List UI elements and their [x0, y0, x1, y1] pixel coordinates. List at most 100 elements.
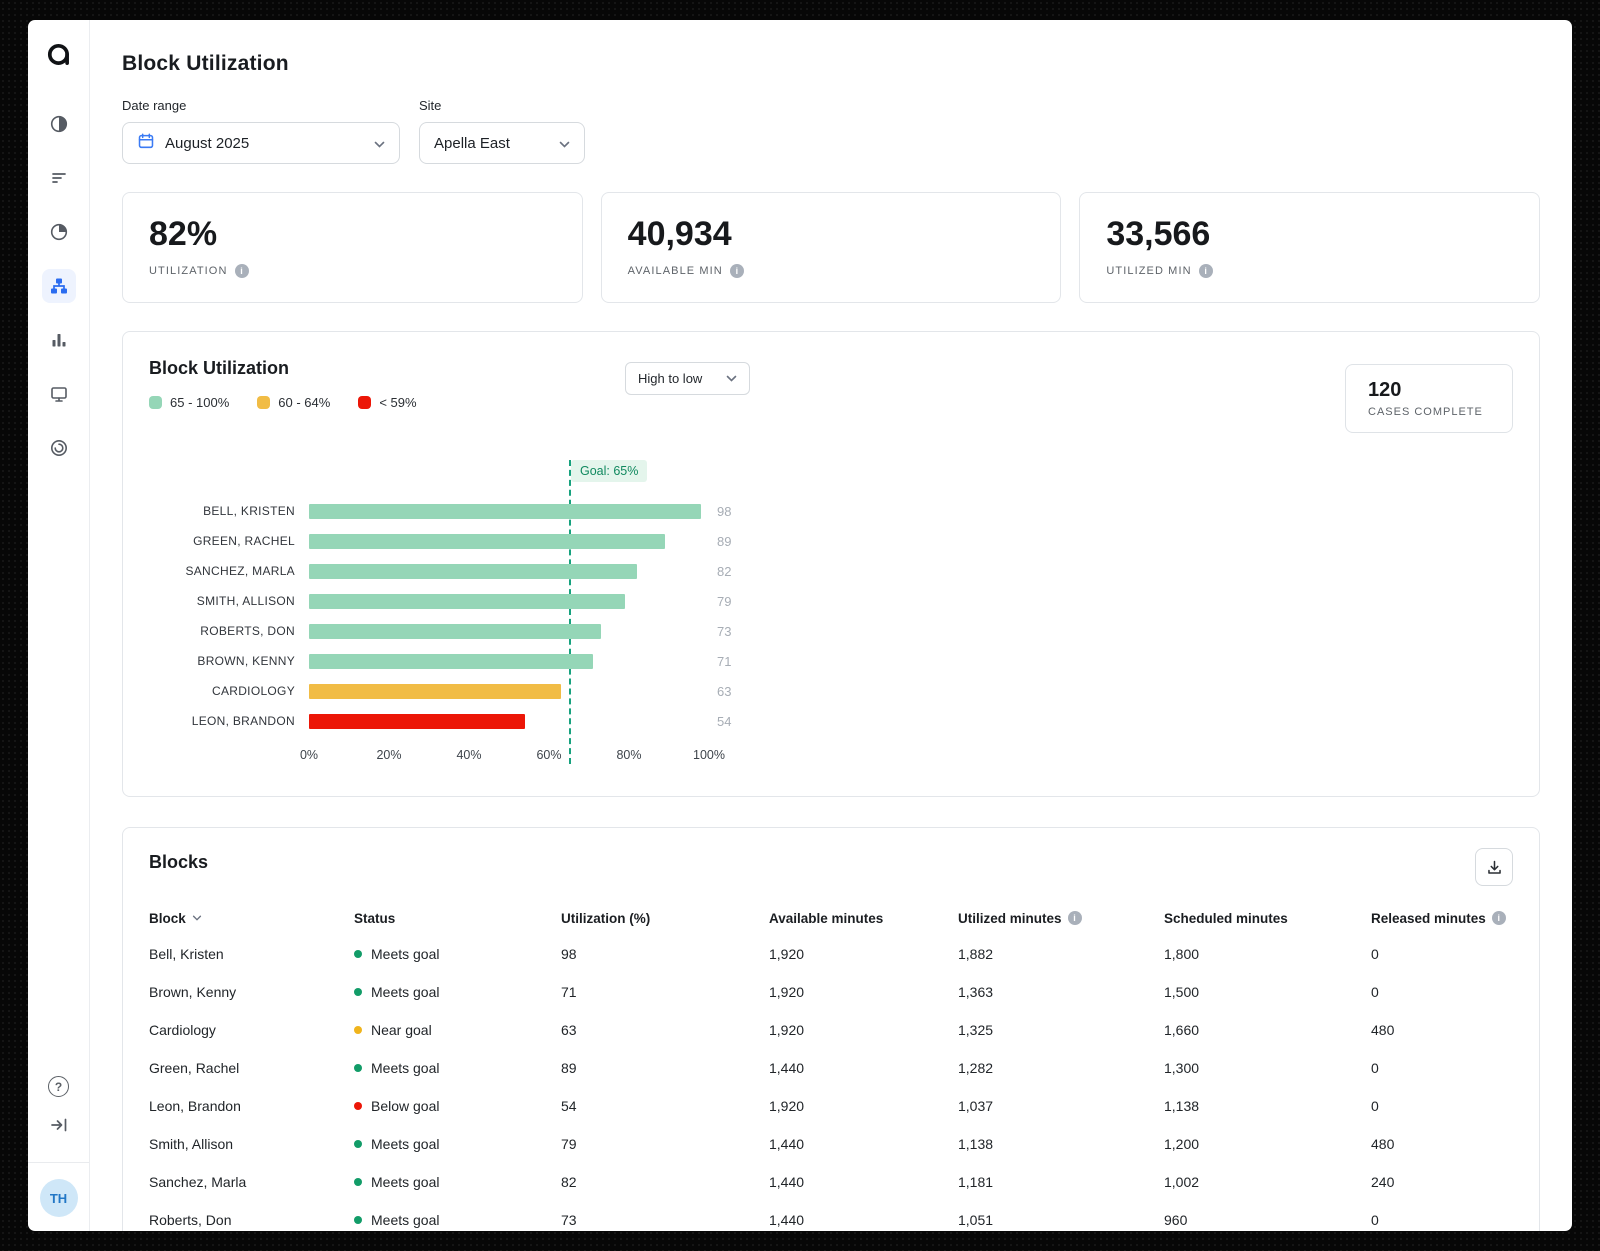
table-row: Sanchez, Marla Meets goal 82 1,440 1,181 1,00…	[149, 1163, 1513, 1201]
info-icon[interactable]: i	[1198, 264, 1213, 278]
chart-bar	[309, 713, 525, 729]
value-cell: 54	[561, 1098, 577, 1114]
chart-bar-track	[309, 623, 709, 639]
kpi-label: AVAILABLE MIN	[627, 265, 723, 277]
chart-bar	[309, 503, 701, 519]
value-cell: 0	[1371, 1212, 1379, 1228]
value-cell: 1,200	[1164, 1136, 1200, 1152]
value-cell: 0	[1371, 1098, 1379, 1114]
date-range-value: August 2025	[165, 134, 250, 152]
chevron-down-icon	[727, 375, 737, 382]
table-row: Cardiology Near goal 63 1,920 1,325 1,660 480	[149, 1011, 1513, 1049]
date-range-filter: Date range August 2025	[122, 98, 400, 164]
value-cell: 1,037	[958, 1098, 994, 1114]
table-row: Bell, Kristen Meets goal 98 1,920 1,882 1,800…	[149, 935, 1513, 973]
value-cell: 480	[1371, 1136, 1395, 1152]
status-cell: Meets goal	[354, 1136, 561, 1152]
calendar-icon	[137, 132, 155, 154]
info-icon[interactable]: i	[729, 264, 744, 278]
apella-logo[interactable]	[46, 42, 72, 73]
column-header-label: Utilized minutes	[958, 910, 1062, 926]
chart-row: BROWN, KENNY 71	[149, 646, 789, 676]
status-label: Near goal	[371, 1022, 432, 1038]
column-header-label: Released minutes	[1371, 910, 1486, 926]
status-cell: Near goal	[354, 1022, 561, 1038]
info-icon[interactable]: i	[1067, 911, 1082, 925]
chart-bar	[309, 593, 625, 609]
contrast-icon[interactable]	[42, 107, 76, 141]
blocks-card-title: Blocks	[149, 852, 209, 872]
status-cell: Meets goal	[354, 1212, 561, 1228]
status-dot	[354, 1064, 362, 1072]
site-select[interactable]: Apella East	[419, 122, 585, 164]
chevron-down-icon	[559, 135, 570, 152]
table-body: Bell, Kristen Meets goal 98 1,920 1,882 1,800…	[149, 935, 1513, 1231]
monitor-icon[interactable]	[42, 377, 76, 411]
cases-complete-value: 120	[1368, 379, 1402, 401]
block-cell: Cardiology	[149, 1022, 216, 1038]
legend-item: < 59%	[358, 395, 417, 410]
chart-bar	[309, 533, 665, 549]
table-row: Roberts, Don Meets goal 73 1,440 1,051 960 0	[149, 1201, 1513, 1231]
kpi-value: 40,934	[627, 215, 732, 253]
help-icon[interactable]: ?	[48, 1076, 69, 1097]
chart-bar-track	[309, 683, 709, 699]
value-cell: 1,051	[958, 1212, 994, 1228]
date-range-label: Date range	[122, 98, 187, 113]
info-icon[interactable]: i	[1491, 911, 1506, 925]
chart-value-label: 82	[717, 563, 732, 579]
list-filter-icon[interactable]	[42, 161, 76, 195]
value-cell: 1,440	[769, 1136, 805, 1152]
info-icon[interactable]: i	[234, 264, 249, 278]
value-cell: 1,440	[769, 1174, 805, 1190]
column-header-utilized-minutes: Utilized minutes i	[958, 911, 1164, 926]
column-header-block[interactable]: Block	[149, 911, 354, 926]
target-icon[interactable]	[42, 431, 76, 465]
chart-value-label: 79	[717, 593, 732, 609]
sort-chevron-icon[interactable]	[192, 915, 202, 921]
table-row: Brown, Kenny Meets goal 71 1,920 1,363 1,500 0	[149, 973, 1513, 1011]
download-button[interactable]	[1475, 848, 1513, 886]
value-cell: 1,882	[958, 946, 994, 962]
chart-card-title: Block Utilization	[149, 358, 290, 378]
download-icon	[1487, 860, 1501, 874]
block-cell: Roberts, Don	[149, 1212, 232, 1228]
page-title: Block Utilization	[122, 52, 289, 75]
block-utilization-nav-icon[interactable]	[41, 269, 76, 303]
chart-category-label: ROBERTS, DON	[200, 624, 295, 638]
value-cell: 1,440	[769, 1060, 805, 1076]
sort-select[interactable]: High to low	[625, 362, 751, 395]
value-cell: 79	[561, 1136, 577, 1152]
value-cell: 1,138	[1164, 1098, 1200, 1114]
x-tick-label: 100%	[693, 748, 725, 762]
value-cell: 1,181	[958, 1174, 994, 1190]
status-label: Below goal	[371, 1098, 440, 1114]
blocks-table-card: Blocks Block Status Utilization (%) Availab…	[122, 827, 1540, 1231]
x-tick-label: 40%	[456, 748, 482, 762]
column-header-label: Scheduled minutes	[1164, 910, 1288, 926]
value-cell: 1,920	[769, 946, 805, 962]
value-cell: 0	[1371, 984, 1379, 1000]
bar-chart-icon[interactable]	[42, 323, 76, 357]
pie-clock-icon[interactable]	[42, 215, 76, 249]
kpi-value: 82%	[149, 215, 218, 253]
value-cell: 1,920	[769, 984, 805, 1000]
value-cell: 71	[561, 984, 577, 1000]
x-tick-label: 20%	[376, 748, 402, 762]
legend-item: 60 - 64%	[257, 395, 330, 410]
block-utilization-chart-card: Block Utilization 65 - 100% 60 - 64% < 59%…	[122, 331, 1540, 797]
value-cell: 1,500	[1164, 984, 1200, 1000]
avatar[interactable]: TH	[39, 1179, 78, 1217]
chart-value-label: 71	[717, 653, 732, 669]
kpi-label: UTILIZED MIN	[1106, 265, 1192, 277]
app-window: ? TH Block Utilization Date range August…	[28, 20, 1572, 1231]
collapse-sidebar-icon[interactable]	[49, 1115, 69, 1140]
kpi-available-min: 40,934 AVAILABLE MIN i	[600, 192, 1062, 303]
value-cell: 1,002	[1164, 1174, 1200, 1190]
chart-rows: BELL, KRISTEN 98 GREEN, RACHEL 89 SANCHEZ, M…	[149, 496, 789, 736]
status-dot	[354, 988, 362, 996]
status-label: Meets goal	[371, 984, 440, 1000]
x-tick-label: 60%	[536, 748, 562, 762]
date-range-select[interactable]: August 2025	[122, 122, 400, 164]
block-cell: Bell, Kristen	[149, 946, 224, 962]
